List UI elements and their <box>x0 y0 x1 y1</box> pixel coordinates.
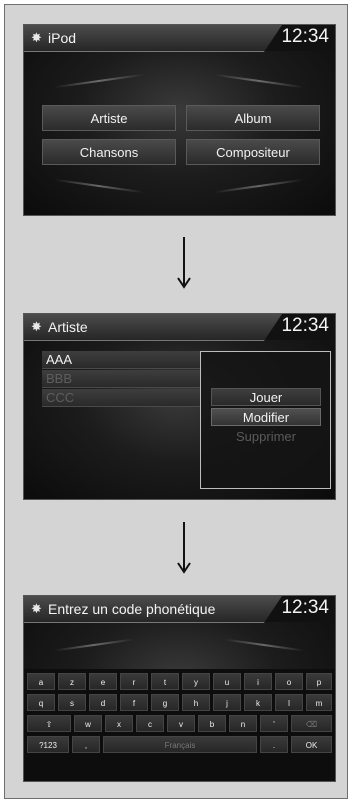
key-v[interactable]: v <box>167 715 195 732</box>
key-g[interactable]: g <box>151 694 179 711</box>
jouer-button[interactable]: Jouer <box>211 388 321 406</box>
list-item[interactable]: AAA <box>42 351 202 369</box>
clock: 12:34 <box>281 315 329 336</box>
ok-key[interactable]: OK <box>291 736 332 753</box>
key-i[interactable]: i <box>244 673 272 690</box>
decor-streak <box>54 73 144 89</box>
key-q[interactable]: q <box>27 694 55 711</box>
key-r[interactable]: r <box>120 673 148 690</box>
list-item[interactable]: BBB <box>42 370 202 388</box>
key-y[interactable]: y <box>182 673 210 690</box>
decor-streak <box>54 178 144 194</box>
chansons-button[interactable]: Chansons <box>42 139 176 165</box>
key-b[interactable]: b <box>198 715 226 732</box>
key-o[interactable]: o <box>275 673 303 690</box>
settings-icon[interactable]: ✸ <box>31 600 42 618</box>
arrow-down-icon <box>177 237 191 289</box>
list-item[interactable]: CCC <box>42 389 202 407</box>
decor-streak <box>214 178 304 194</box>
key-m[interactable]: m <box>306 694 332 711</box>
album-button[interactable]: Album <box>186 105 320 131</box>
screen-title: Artiste <box>48 319 88 335</box>
key-f[interactable]: f <box>120 694 148 711</box>
space-key[interactable]: Français <box>103 736 257 753</box>
arrow-down-icon <box>177 522 191 574</box>
key-c[interactable]: c <box>136 715 164 732</box>
key-k[interactable]: k <box>244 694 272 711</box>
key-x[interactable]: x <box>105 715 133 732</box>
decor-streak <box>54 638 134 652</box>
key-l[interactable]: l <box>275 694 303 711</box>
options-popup: Jouer Modifier Supprimer <box>200 351 331 489</box>
ipod-menu-screen: ✸ iPod 12:34 Artiste Album Chansons Comp… <box>23 24 336 216</box>
decor-streak <box>214 73 304 89</box>
key-s[interactable]: s <box>58 694 86 711</box>
settings-icon[interactable]: ✸ <box>31 318 42 336</box>
key-p[interactable]: p <box>306 673 332 690</box>
key-w[interactable]: w <box>74 715 102 732</box>
backspace-key[interactable]: ⌫ <box>291 715 332 732</box>
clock: 12:34 <box>281 26 329 47</box>
key-period[interactable]: . <box>260 736 288 753</box>
shift-key[interactable]: ⇧ <box>27 715 71 732</box>
key-n[interactable]: n <box>229 715 257 732</box>
modifier-button[interactable]: Modifier <box>211 408 321 426</box>
screen-title: Entrez un code phonétique <box>48 601 216 617</box>
compositeur-button[interactable]: Compositeur <box>186 139 320 165</box>
phonetic-entry-screen: ✸ Entrez un code phonétique 12:34 a z e … <box>23 595 336 782</box>
key-a[interactable]: a <box>27 673 55 690</box>
key-z[interactable]: z <box>58 673 86 690</box>
key-h[interactable]: h <box>182 694 210 711</box>
symbols-key[interactable]: ?123 <box>27 736 69 753</box>
artist-list-screen: ✸ Artiste 12:34 AAA BBB CCC Jouer Modifi… <box>23 313 336 500</box>
artiste-button[interactable]: Artiste <box>42 105 176 131</box>
settings-icon[interactable]: ✸ <box>31 29 42 47</box>
screen-title: iPod <box>48 30 77 46</box>
key-d[interactable]: d <box>89 694 117 711</box>
supprimer-button[interactable]: Supprimer <box>211 428 321 446</box>
decor-streak <box>224 638 304 652</box>
key-apostrophe[interactable]: ' <box>260 715 288 732</box>
key-t[interactable]: t <box>151 673 179 690</box>
key-e[interactable]: e <box>89 673 117 690</box>
key-j[interactable]: j <box>213 694 241 711</box>
key-comma[interactable]: , <box>72 736 100 753</box>
keyboard: a z e r t y u i o p q s d f g h j k l m … <box>24 669 335 781</box>
clock: 12:34 <box>281 597 329 618</box>
key-u[interactable]: u <box>213 673 241 690</box>
